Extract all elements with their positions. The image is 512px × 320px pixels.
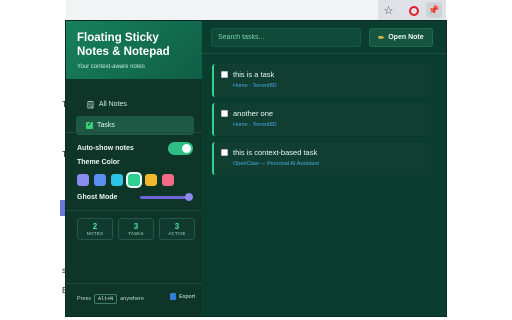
- auto-show-toggle[interactable]: [168, 142, 193, 155]
- background-page: T T s B: [0, 0, 67, 320]
- theme-swatch-cyan[interactable]: [111, 174, 123, 186]
- task-source-link[interactable]: Home - Torrent8D: [233, 122, 431, 128]
- theme-swatch-yellow[interactable]: [145, 174, 157, 186]
- task-item[interactable]: this is context-based task OpenClaw — Pe…: [212, 142, 431, 175]
- stat-value: 3: [133, 222, 139, 231]
- theme-swatch-pink[interactable]: [162, 174, 174, 186]
- theme-swatch-green[interactable]: [126, 172, 142, 188]
- notebook-icon: 🗒: [86, 101, 95, 109]
- pencil-icon: ✏: [378, 34, 385, 42]
- stat-label: TASKS: [128, 231, 144, 236]
- divider: [66, 283, 202, 284]
- open-note-label: Open Note: [388, 34, 424, 41]
- task-source-link[interactable]: Home - Torrent8D: [233, 83, 431, 89]
- sidebar: Floating Sticky Notes & Notepad Your con…: [66, 21, 202, 316]
- ghost-mode-label: Ghost Mode: [77, 194, 118, 201]
- sidebar-footer: Press Alt+N anywhere Export: [77, 293, 195, 304]
- auto-show-label: Auto-show notes: [77, 145, 134, 152]
- stat-label: ACTIVE: [168, 231, 186, 236]
- stat-notes: 2 NOTES: [77, 218, 113, 240]
- task-checkbox[interactable]: [221, 110, 228, 117]
- task-item[interactable]: another one Home - Torrent8D: [212, 103, 431, 136]
- extension-popup: Floating Sticky Notes & Notepad Your con…: [66, 21, 446, 316]
- pin-extension-icon[interactable]: 📌: [426, 2, 442, 18]
- divider: [66, 132, 202, 133]
- sidebar-item-all-notes[interactable]: 🗒 All Notes: [76, 95, 194, 114]
- stat-value: 3: [174, 222, 180, 231]
- theme-swatches: [77, 172, 174, 188]
- export-label: Export: [179, 293, 195, 300]
- stat-active: 3 ACTIVE: [159, 218, 195, 240]
- search-input[interactable]: [211, 28, 361, 47]
- task-checkbox[interactable]: [221, 149, 228, 156]
- task-list: this is a task Home - Torrent8D another …: [212, 64, 431, 181]
- task-text: this is context-based task: [233, 148, 318, 157]
- sidebar-header: Floating Sticky Notes & Notepad Your con…: [66, 21, 202, 79]
- address-bar[interactable]: [66, 0, 378, 21]
- app-title: Floating Sticky Notes & Notepad: [77, 32, 170, 58]
- task-text: another one: [233, 109, 274, 118]
- export-button[interactable]: Export: [170, 293, 195, 300]
- stat-value: 2: [92, 222, 98, 231]
- star-icon[interactable]: ☆: [381, 3, 396, 18]
- footer-anywhere-text: anywhere: [120, 296, 144, 302]
- sidebar-item-label: Tasks: [97, 122, 115, 129]
- sidebar-nav: 🗒 All Notes ✓ Tasks: [66, 79, 202, 135]
- stat-label: NOTES: [86, 231, 104, 236]
- task-checkbox[interactable]: [221, 71, 228, 78]
- export-icon: [170, 293, 177, 300]
- opera-icon[interactable]: [406, 3, 421, 18]
- main-panel: ✏ Open Note this is a task Home - Torren…: [202, 21, 446, 316]
- checkbox-icon: ✓: [86, 122, 93, 129]
- theme-color-label: Theme Color: [77, 159, 120, 166]
- stats-row: 2 NOTES 3 TASKS 3 ACTIVE: [77, 218, 195, 240]
- theme-swatch-blue[interactable]: [94, 174, 106, 186]
- open-note-button[interactable]: ✏ Open Note: [369, 28, 433, 47]
- ghost-mode-slider-thumb[interactable]: [185, 193, 193, 201]
- main-toolbar: ✏ Open Note: [202, 21, 446, 54]
- task-item[interactable]: this is a task Home - Torrent8D: [212, 64, 431, 97]
- app-subtitle: Your context-aware notes: [77, 64, 145, 70]
- stat-tasks: 3 TASKS: [118, 218, 154, 240]
- keyboard-shortcut: Alt+N: [94, 294, 118, 304]
- task-text: this is a task: [233, 70, 275, 79]
- task-source-link[interactable]: OpenClaw — Personal AI Assistant: [233, 161, 431, 167]
- sidebar-item-label: All Notes: [98, 101, 127, 108]
- divider: [66, 210, 202, 211]
- theme-swatch-purple[interactable]: [77, 174, 89, 186]
- footer-press-text: Press: [77, 296, 92, 302]
